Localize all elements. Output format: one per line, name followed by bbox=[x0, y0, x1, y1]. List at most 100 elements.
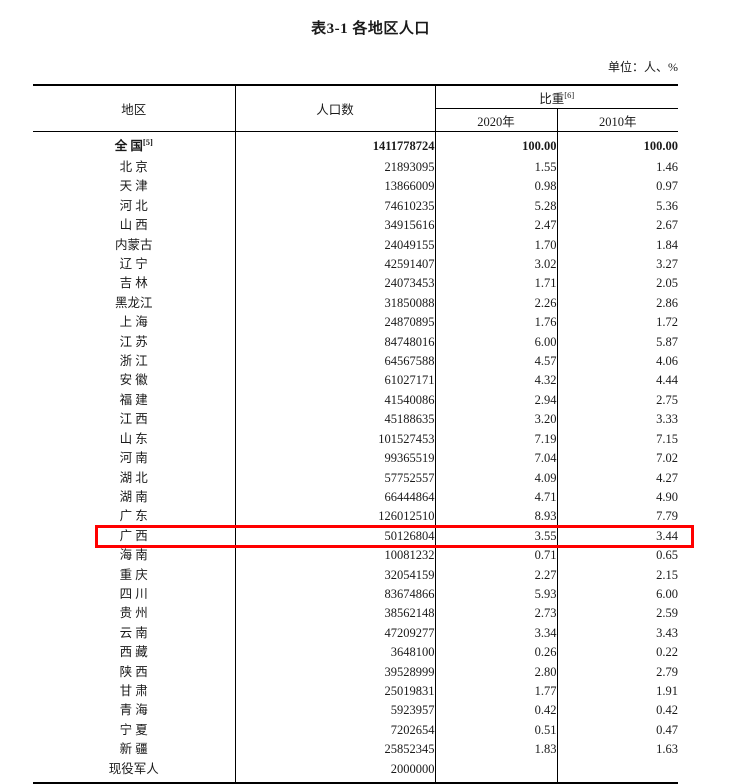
cell-ratio-2020: 1.76 bbox=[435, 313, 558, 333]
cell-region: 全 国[5] bbox=[33, 131, 236, 158]
region-name: 广 西 bbox=[119, 528, 148, 543]
table-row: 全 国[5] 1411778724 100.00 100.00 bbox=[33, 131, 678, 158]
cell-population: 25019831 bbox=[235, 681, 436, 702]
cell-region: 湖 北 bbox=[33, 468, 236, 488]
region-name: 北 京 bbox=[119, 160, 148, 174]
table-row: 江 苏 84748016 6.00 5.87 bbox=[33, 332, 678, 353]
table-row: 广 东 126012510 8.93 7.79 bbox=[33, 507, 678, 527]
cell-ratio-2010: 3.33 bbox=[656, 412, 678, 427]
table-row: 河 北 74610235 5.28 5.36 bbox=[33, 196, 678, 217]
cell-region: 黑龙江 bbox=[33, 293, 236, 314]
cell-ratio-2020: 4.71 bbox=[435, 487, 558, 508]
cell-population: 31850088 bbox=[235, 293, 436, 314]
cell-region: 江 西 bbox=[33, 410, 236, 430]
cell-ratio-2010 bbox=[557, 759, 678, 784]
cell-region: 甘 肃 bbox=[33, 681, 236, 702]
cell-ratio-2010: 4.06 bbox=[656, 354, 678, 369]
cell-ratio-2020: 5.93 bbox=[435, 584, 558, 605]
cell-population: 5923957 bbox=[235, 701, 436, 721]
cell-ratio-2020: 2.80 bbox=[435, 662, 558, 682]
table-row: 云 南 47209277 3.34 3.43 bbox=[33, 623, 678, 644]
cell-region: 青 海 bbox=[33, 701, 236, 721]
cell-population: 13866009 bbox=[235, 177, 436, 197]
column-header-population: 人口数 bbox=[235, 84, 436, 132]
table-row: 贵 州 38562148 2.73 2.59 bbox=[33, 604, 678, 624]
cell-region: 山 西 bbox=[33, 216, 236, 236]
cell-region: 浙 江 bbox=[33, 352, 236, 372]
cell-ratio-2010: 0.22 bbox=[656, 645, 678, 660]
cell-region: 现役军人 bbox=[33, 759, 236, 784]
region-name: 山 西 bbox=[119, 218, 148, 233]
cell-population: 24870895 bbox=[235, 313, 436, 333]
cell-region: 河 南 bbox=[33, 449, 236, 469]
region-name: 吉 林 bbox=[119, 276, 148, 291]
page-root: 表3-1 各地区人口 单位：人、% 地区 人口数 比重[6] 2020年 201… bbox=[0, 0, 741, 784]
cell-region: 河 北 bbox=[33, 196, 236, 217]
table-row: 吉 林 24073453 1.71 2.05 bbox=[33, 274, 678, 294]
cell-population: 64567588 bbox=[235, 352, 436, 372]
cell-population: 24073453 bbox=[235, 274, 436, 294]
table-row: 福 建 41540086 2.94 2.75 bbox=[33, 390, 678, 411]
table-row: 湖 南 66444864 4.71 4.90 bbox=[33, 487, 678, 508]
cell-ratio-2010: 1.46 bbox=[656, 160, 678, 174]
cell-ratio-2010: 2.75 bbox=[656, 392, 678, 407]
cell-ratio-2020: 100.00 bbox=[435, 131, 558, 158]
unit-note: 单位：人、% bbox=[608, 60, 678, 74]
region-name: 黑龙江 bbox=[114, 295, 153, 310]
cell-ratio-2020: 0.51 bbox=[435, 720, 558, 741]
table-row: 湖 北 57752557 4.09 4.27 bbox=[33, 468, 678, 488]
table-row: 内蒙古 24049155 1.70 1.84 bbox=[33, 235, 678, 256]
cell-ratio-2020: 0.42 bbox=[435, 701, 558, 721]
cell-population: 2000000 bbox=[235, 759, 436, 784]
cell-ratio-2010: 2.79 bbox=[656, 664, 678, 679]
cell-region: 宁 夏 bbox=[33, 720, 236, 741]
population-table: 地区 人口数 比重[6] 2020年 2010年 全 国[5] 141177872… bbox=[33, 84, 678, 784]
cell-ratio-2010: 1.91 bbox=[656, 683, 678, 698]
cell-ratio-2020: 2.26 bbox=[435, 293, 558, 314]
cell-population: 45188635 bbox=[235, 410, 436, 430]
cell-population: 83674866 bbox=[235, 584, 436, 605]
region-name: 重 庆 bbox=[119, 567, 148, 582]
cell-population: 7202654 bbox=[235, 720, 436, 741]
table-row: 黑龙江 31850088 2.26 2.86 bbox=[33, 293, 678, 314]
region-name: 河 南 bbox=[119, 451, 148, 466]
table-row: 辽 宁 42591407 3.02 3.27 bbox=[33, 255, 678, 275]
table-row: 安 徽 61027171 4.32 4.44 bbox=[33, 371, 678, 391]
cell-region: 内蒙古 bbox=[33, 235, 236, 256]
cell-region: 重 庆 bbox=[33, 565, 236, 585]
table-row: 四 川 83674866 5.93 6.00 bbox=[33, 584, 678, 605]
table-row: 重 庆 32054159 2.27 2.15 bbox=[33, 565, 678, 585]
population-table-wrap: 地区 人口数 比重[6] 2020年 2010年 全 国[5] 141177872… bbox=[33, 84, 678, 784]
ratio-footnote-marker: [6] bbox=[564, 89, 575, 100]
cell-ratio-2010: 7.02 bbox=[656, 451, 678, 466]
cell-ratio-2010: 0.97 bbox=[656, 179, 678, 194]
cell-ratio-2010: 7.15 bbox=[656, 431, 678, 446]
region-name: 湖 北 bbox=[119, 470, 148, 485]
region-name: 新 疆 bbox=[119, 742, 148, 757]
cell-ratio-2010: 0.65 bbox=[656, 548, 678, 563]
cell-ratio-2010: 1.63 bbox=[656, 742, 678, 757]
cell-region: 云 南 bbox=[33, 623, 236, 644]
cell-ratio-2020 bbox=[435, 759, 558, 784]
cell-population: 74610235 bbox=[235, 196, 436, 217]
cell-region: 海 南 bbox=[33, 546, 236, 566]
region-name: 湖 南 bbox=[119, 489, 148, 504]
cell-region: 四 川 bbox=[33, 584, 236, 605]
cell-ratio-2010: 4.27 bbox=[656, 470, 678, 485]
cell-population: 99365519 bbox=[235, 449, 436, 469]
region-name: 西 藏 bbox=[119, 645, 148, 660]
cell-ratio-2020: 1.70 bbox=[435, 235, 558, 256]
cell-ratio-2020: 0.26 bbox=[435, 643, 558, 663]
region-name: 安 徽 bbox=[119, 373, 148, 388]
cell-ratio-2020: 3.20 bbox=[435, 410, 558, 430]
region-name: 江 苏 bbox=[119, 334, 148, 349]
cell-population: 66444864 bbox=[235, 487, 436, 508]
region-name: 陕 西 bbox=[119, 664, 148, 679]
cell-region: 西 藏 bbox=[33, 643, 236, 663]
cell-population: 10081232 bbox=[235, 546, 436, 566]
cell-ratio-2020: 3.55 bbox=[435, 526, 558, 547]
cell-ratio-2020: 0.98 bbox=[435, 177, 558, 197]
table-row: 天 津 13866009 0.98 0.97 bbox=[33, 177, 678, 197]
cell-ratio-2020: 2.47 bbox=[435, 216, 558, 236]
cell-ratio-2020: 1.71 bbox=[435, 274, 558, 294]
